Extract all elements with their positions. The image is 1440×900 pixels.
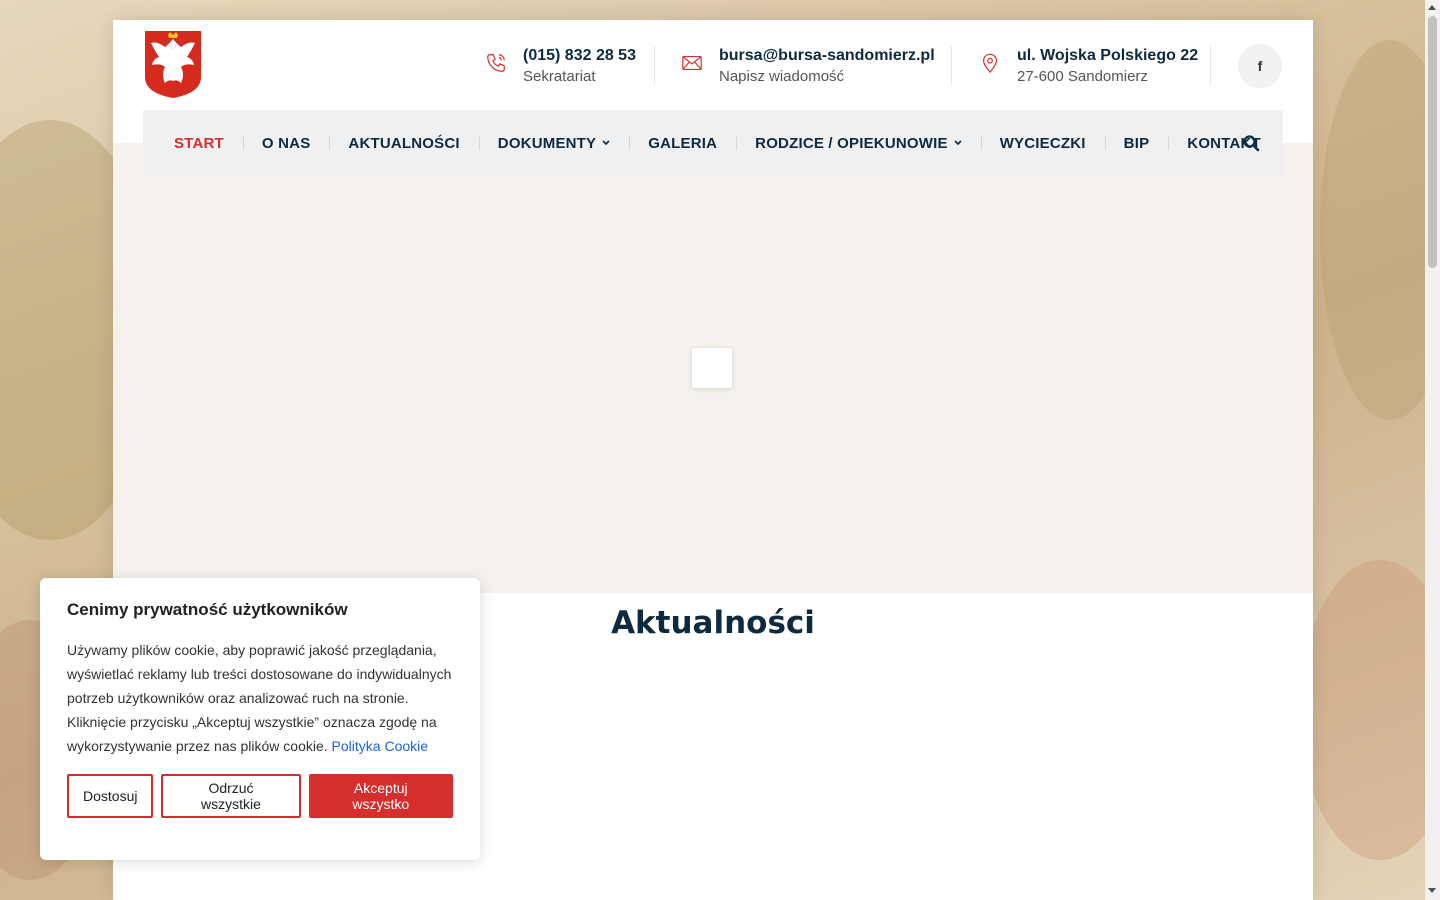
- nav-item-aktualnosci[interactable]: AKTUALNOŚCI: [329, 135, 478, 152]
- cookie-consent-banner: Cenimy prywatność użytkowników Używamy p…: [40, 578, 480, 860]
- scrollbar[interactable]: [1425, 0, 1440, 900]
- customize-button[interactable]: Dostosuj: [67, 774, 154, 818]
- scroll-up-arrow-icon[interactable]: [1428, 5, 1436, 10]
- contact-email[interactable]: bursa@bursa-sandomierz.pl Napisz wiadomo…: [681, 46, 935, 88]
- logo-coat-of-arms-icon[interactable]: [143, 29, 203, 99]
- address-city: 27-600 Sandomierz: [1017, 68, 1148, 85]
- nav-item-start[interactable]: START: [155, 135, 243, 152]
- nav-item-dokumenty[interactable]: DOKUMENTY: [478, 135, 629, 152]
- accept-all-button[interactable]: Akceptuj wszystko: [308, 774, 453, 818]
- scrollbar-thumb[interactable]: [1428, 16, 1437, 268]
- cookie-text: Używamy plików cookie, aby poprawić jako…: [67, 642, 452, 754]
- nav-item-rodzice-opiekunowie[interactable]: RODZICE / OPIEKUNOWIE: [736, 135, 981, 152]
- contact-address[interactable]: ul. Wojska Polskiego 22 27-600 Sandomier…: [979, 46, 1198, 88]
- email-label: Napisz wiadomość: [719, 68, 845, 85]
- contact-phone[interactable]: (015) 832 28 53 Sekratariat: [485, 46, 636, 88]
- cookie-policy-link[interactable]: Polityka Cookie: [332, 738, 429, 754]
- slider-loading-spinner: [692, 348, 732, 388]
- address-street[interactable]: ul. Wojska Polskiego 22: [1017, 46, 1198, 66]
- nav-item-o-nas[interactable]: O NAS: [242, 135, 330, 152]
- nav-item-kontakt[interactable]: KONTAKT: [1168, 135, 1280, 152]
- divider: [1210, 46, 1211, 84]
- search-icon[interactable]: [1242, 134, 1260, 152]
- cookie-title: Cenimy prywatność użytkowników: [67, 600, 348, 619]
- email-address[interactable]: bursa@bursa-sandomierz.pl: [719, 46, 935, 66]
- phone-label: Sekratariat: [523, 68, 596, 85]
- chevron-down-icon: [954, 140, 962, 146]
- nav-item-wycieczki[interactable]: WYCIECZKI: [980, 135, 1105, 152]
- envelope-icon: [682, 55, 702, 71]
- phone-icon: [487, 54, 505, 72]
- phone-number[interactable]: (015) 832 28 53: [523, 46, 636, 66]
- divider: [654, 46, 655, 84]
- nav-item-galeria[interactable]: GALERIA: [629, 135, 736, 152]
- chevron-down-icon: [602, 140, 610, 146]
- divider: [951, 46, 952, 84]
- main-navigation: START O NAS AKTUALNOŚCI DOKUMENTY GALERI…: [143, 110, 1283, 176]
- scroll-down-arrow-icon[interactable]: [1428, 888, 1436, 893]
- reject-all-button[interactable]: Odrzuć wszystkie: [161, 774, 301, 818]
- map-pin-icon: [982, 53, 998, 74]
- nav-item-bip[interactable]: BIP: [1104, 135, 1169, 152]
- facebook-icon[interactable]: f: [1238, 44, 1282, 88]
